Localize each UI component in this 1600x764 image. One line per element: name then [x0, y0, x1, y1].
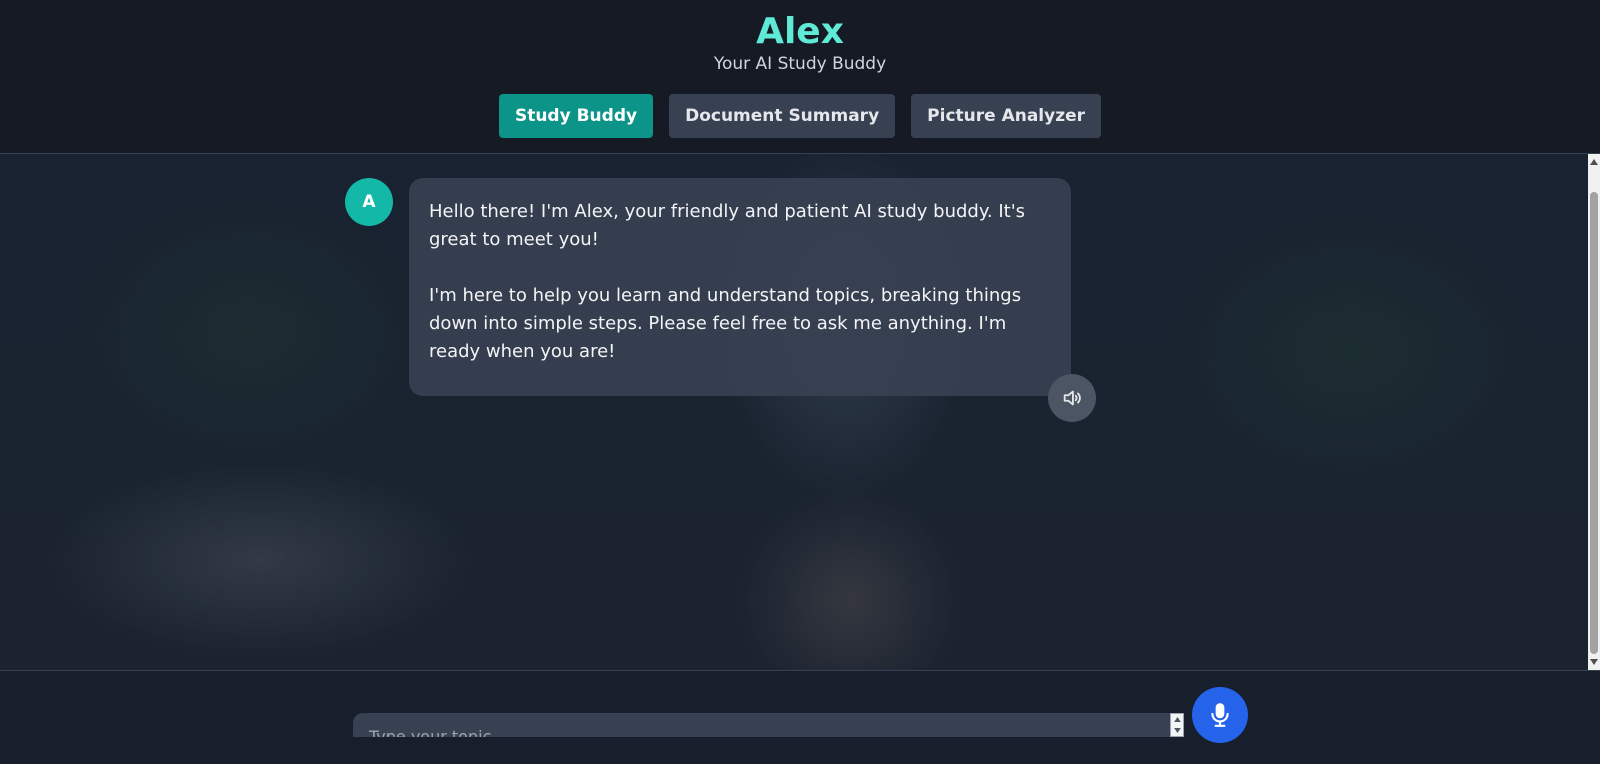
app-title: Alex — [756, 11, 844, 52]
app-subtitle: Your AI Study Buddy — [713, 54, 887, 74]
tab-document-summary[interactable]: Document Summary — [669, 94, 896, 138]
stepper-up-icon[interactable] — [1171, 714, 1183, 725]
assistant-avatar: A — [345, 178, 393, 226]
scroll-thumb[interactable] — [1590, 192, 1598, 654]
avatar-letter: A — [362, 192, 376, 212]
read-aloud-button[interactable] — [1048, 374, 1096, 422]
tab-study-buddy[interactable]: Study Buddy — [498, 94, 654, 138]
app-header: Alex Your AI Study Buddy Study Buddy Doc… — [0, 0, 1600, 154]
message-bubble: Hello there! I'm Alex, your friendly and… — [409, 178, 1071, 396]
scroll-up-arrow[interactable] — [1588, 156, 1600, 168]
composer-bar — [0, 670, 1600, 764]
message-input[interactable] — [353, 713, 1184, 737]
microphone-icon — [1211, 703, 1229, 727]
message-paragraph: Hello there! I'm Alex, your friendly and… — [429, 201, 1026, 250]
mode-tabs: Study Buddy Document Summary Picture Ana… — [0, 94, 1600, 138]
chat-scrollbar[interactable] — [1588, 154, 1600, 670]
chat-area[interactable]: A Hello there! I'm Alex, your friendly a… — [0, 154, 1588, 670]
stepper-down-icon[interactable] — [1171, 725, 1183, 736]
scroll-down-arrow[interactable] — [1588, 656, 1600, 668]
message-paragraph: I'm here to help you learn and understan… — [429, 285, 1022, 362]
tab-picture-analyzer[interactable]: Picture Analyzer — [911, 94, 1102, 138]
input-scroll-stepper[interactable] — [1170, 713, 1184, 737]
message-input-wrapper — [353, 713, 1184, 737]
speaker-icon — [1063, 390, 1081, 406]
voice-input-button[interactable] — [1192, 687, 1248, 743]
